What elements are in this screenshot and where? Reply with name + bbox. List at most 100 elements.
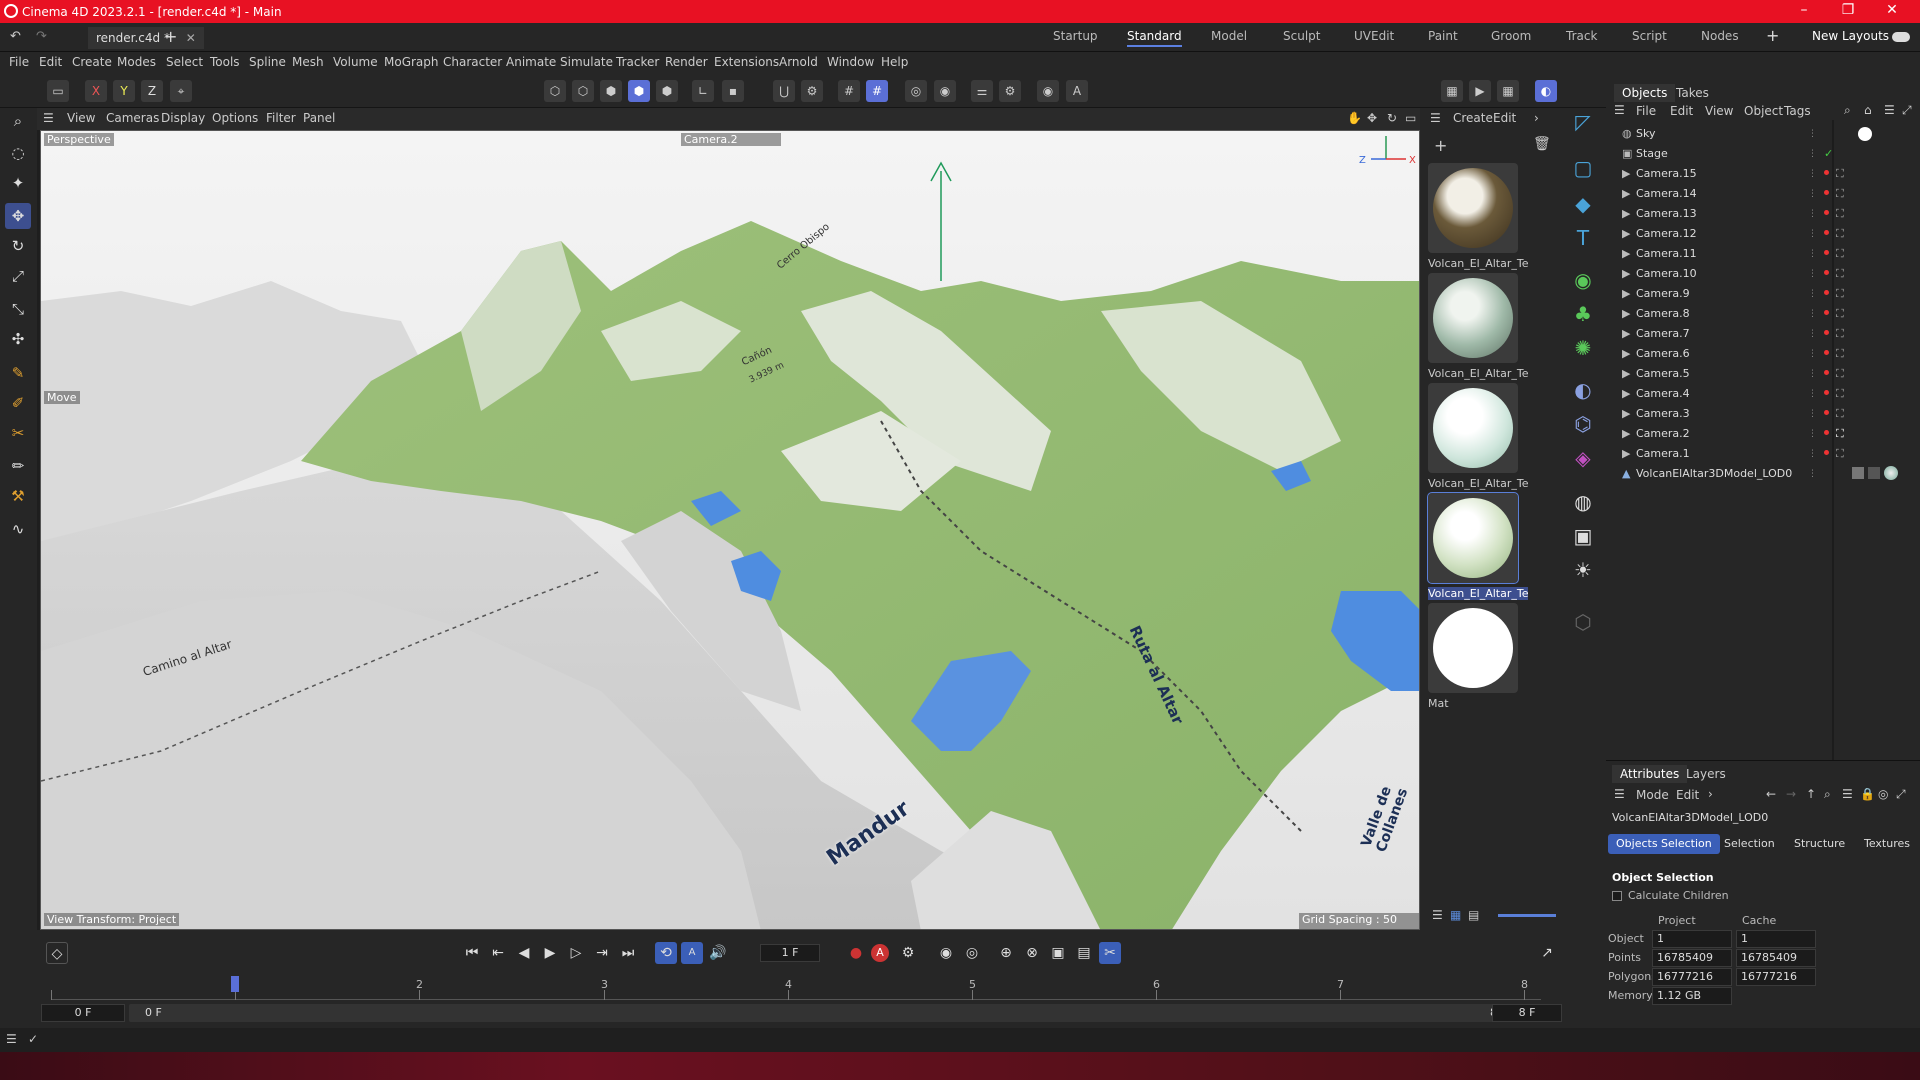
key-pla-icon[interactable]: ▣ bbox=[1047, 942, 1069, 964]
visibility-red-dot[interactable] bbox=[1824, 250, 1829, 255]
snap-settings-icon[interactable]: ⚙ bbox=[801, 80, 823, 102]
object-row-camera-7[interactable]: ▶ Camera.7 ⋮ ⛶ bbox=[1622, 324, 1852, 344]
snap-icon[interactable]: # bbox=[866, 80, 888, 102]
phong-tag-icon[interactable] bbox=[1868, 467, 1880, 479]
attributes-more-icon[interactable]: › bbox=[1708, 787, 1713, 801]
objects-search-icon[interactable]: ⌕ bbox=[1844, 103, 1851, 118]
object-row-sky[interactable]: ◍ Sky ⋮ bbox=[1622, 124, 1872, 144]
camera-tag-icon[interactable]: ⛶ bbox=[1836, 204, 1844, 224]
spline-tool-icon[interactable]: ✐ bbox=[5, 390, 31, 416]
object-row-camera-15[interactable]: ▶ Camera.15 ⋮ ⛶ bbox=[1622, 164, 1852, 184]
visibility-dots[interactable]: ⋮ bbox=[1808, 468, 1822, 480]
visibility-dots[interactable]: ⋮ bbox=[1808, 128, 1822, 140]
menu-help[interactable]: Help bbox=[881, 55, 908, 69]
visibility-dots[interactable]: ⋮ bbox=[1808, 248, 1822, 260]
visibility-red-dot[interactable] bbox=[1824, 390, 1829, 395]
object-mode-icon[interactable]: ⬢ bbox=[628, 80, 650, 102]
cube-object-icon[interactable]: ◸ bbox=[1569, 108, 1597, 136]
visibility-red-dot[interactable] bbox=[1824, 370, 1829, 375]
deformer-icon[interactable]: ✺ bbox=[1569, 334, 1597, 362]
layout-nodes[interactable]: Nodes bbox=[1701, 29, 1739, 43]
attributes-filter-icon[interactable]: ☰ bbox=[1842, 787, 1853, 801]
render-region-icon[interactable]: ▦ bbox=[1441, 80, 1463, 102]
camera-tag-icon[interactable]: ⛶ bbox=[1836, 404, 1844, 424]
object-row-volcan-model[interactable]: ▲ VolcanElAltar3DModel_LOD0 ⋮ bbox=[1622, 464, 1912, 484]
menu-select[interactable]: Select bbox=[166, 55, 203, 69]
move-view-icon[interactable]: ✥ bbox=[1367, 111, 1377, 125]
object-row-camera-4[interactable]: ▶ Camera.4 ⋮ ⛶ bbox=[1622, 384, 1852, 404]
menu-edit[interactable]: Edit bbox=[39, 55, 62, 69]
layout-track[interactable]: Track bbox=[1566, 29, 1597, 43]
attributes-expand-icon[interactable]: ⤢ bbox=[1896, 787, 1906, 802]
visibility-dots[interactable]: ⋮ bbox=[1808, 228, 1822, 240]
visibility-dots[interactable]: ⋮ bbox=[1808, 448, 1822, 460]
range-bar[interactable]: 0 F 8 F bbox=[129, 1004, 1519, 1022]
material-menu-create[interactable]: Create bbox=[1453, 111, 1493, 125]
points-mode-icon[interactable]: ⬡ bbox=[544, 80, 566, 102]
snap-tool-icon[interactable]: ✣ bbox=[5, 326, 31, 352]
key-scale-icon[interactable]: ⊕ bbox=[995, 942, 1017, 964]
menu-window[interactable]: Window bbox=[827, 55, 874, 69]
key-rotation-icon[interactable]: ◎ bbox=[961, 942, 983, 964]
camera-tag-icon[interactable]: ⛶ bbox=[1836, 444, 1844, 464]
object-row-camera-13[interactable]: ▶ Camera.13 ⋮ ⛶ bbox=[1622, 204, 1852, 224]
object-project-field[interactable]: 1 bbox=[1652, 930, 1732, 948]
scale-tool-icon[interactable]: ⤢ bbox=[5, 263, 31, 289]
visibility-red-dot[interactable] bbox=[1824, 450, 1829, 455]
large-view-icon[interactable]: ▤ bbox=[1468, 908, 1479, 922]
sound-icon[interactable]: 🔊 bbox=[707, 942, 729, 964]
menu-volume[interactable]: Volume bbox=[333, 55, 378, 69]
object-row-camera-11[interactable]: ▶ Camera.11 ⋮ ⛶ bbox=[1622, 244, 1852, 264]
brush-icon[interactable]: ✏ bbox=[5, 453, 31, 479]
play-icon[interactable]: ▶ bbox=[539, 942, 561, 964]
polygons-cache-field[interactable]: 16777216 bbox=[1736, 968, 1816, 986]
visibility-red-dot[interactable] bbox=[1824, 430, 1829, 435]
document-tab[interactable]: render.c4d * ✕ bbox=[88, 27, 204, 49]
maximize-button[interactable]: ❐ bbox=[1828, 0, 1868, 23]
attributes-hamburger-icon[interactable]: ☰ bbox=[1614, 787, 1625, 801]
memory-project-field[interactable]: 1.12 GB bbox=[1652, 987, 1732, 1005]
visibility-dots[interactable]: ⋮ bbox=[1808, 348, 1822, 360]
hardware-preview-icon[interactable]: ◐ bbox=[1535, 80, 1557, 102]
object-row-camera-10[interactable]: ▶ Camera.10 ⋮ ⛶ bbox=[1622, 264, 1852, 284]
viewport-menu-view[interactable]: View bbox=[67, 111, 95, 125]
rotate-view-icon[interactable]: ↻ bbox=[1387, 111, 1397, 125]
layout-standard[interactable]: Standard bbox=[1127, 29, 1182, 47]
objects-menu-view[interactable]: View bbox=[1705, 104, 1733, 118]
end-frame-field[interactable]: 8 F bbox=[1492, 1004, 1562, 1022]
objects-menu-edit[interactable]: Edit bbox=[1670, 104, 1693, 118]
object-row-stage[interactable]: ▣ Stage ⋮ ✓ bbox=[1622, 144, 1852, 164]
environment-icon[interactable]: ◍ bbox=[1569, 488, 1597, 516]
menu-animate[interactable]: Animate bbox=[506, 55, 556, 69]
camera-tag-icon[interactable]: ⛶ bbox=[1836, 184, 1844, 204]
layout-model[interactable]: Model bbox=[1211, 29, 1247, 43]
polygons-project-field[interactable]: 16777216 bbox=[1652, 968, 1732, 986]
close-button[interactable]: ✕ bbox=[1872, 0, 1912, 23]
menu-render[interactable]: Render bbox=[665, 55, 708, 69]
visibility-red-dot[interactable] bbox=[1824, 310, 1829, 315]
object-row-camera-3[interactable]: ▶ Camera.3 ⋮ ⛶ bbox=[1622, 404, 1852, 424]
viewport-menu-panel[interactable]: Panel bbox=[303, 111, 335, 125]
menu-tools[interactable]: Tools bbox=[210, 55, 240, 69]
layout-groom[interactable]: Groom bbox=[1491, 29, 1531, 43]
live-selection-icon[interactable]: ◌ bbox=[5, 140, 31, 166]
cloner-icon[interactable]: ♣ bbox=[1569, 300, 1597, 328]
subtab-structure[interactable]: Structure bbox=[1786, 834, 1853, 854]
tweak-mode-icon[interactable]: ▪ bbox=[722, 80, 744, 102]
object-row-camera-2[interactable]: ▶ Camera.2 ⋮ ⛶ bbox=[1622, 424, 1852, 444]
undo-icon[interactable]: ↶ bbox=[10, 29, 21, 44]
camera-tag-icon[interactable]: ⛶ bbox=[1836, 224, 1844, 244]
go-to-end-icon[interactable]: ⏭ bbox=[617, 942, 639, 964]
active-camera-tag-icon[interactable]: ⛶ bbox=[1836, 424, 1844, 444]
mograph-icon[interactable]: ◈ bbox=[1569, 444, 1597, 472]
grid-snap-icon[interactable]: # bbox=[838, 80, 860, 102]
visibility-red-dot[interactable] bbox=[1824, 410, 1829, 415]
autokey-icon[interactable]: A bbox=[871, 944, 889, 962]
keyframe-settings-icon[interactable]: ⚙ bbox=[897, 942, 919, 964]
menu-mograph[interactable]: MoGraph bbox=[384, 55, 439, 69]
objects-home-icon[interactable]: ⌂ bbox=[1864, 103, 1872, 117]
camera-tag-icon[interactable]: ⛶ bbox=[1836, 264, 1844, 284]
object-row-camera-6[interactable]: ▶ Camera.6 ⋮ ⛶ bbox=[1622, 344, 1852, 364]
object-row-camera-9[interactable]: ▶ Camera.9 ⋮ ⛶ bbox=[1622, 284, 1852, 304]
maximize-view-icon[interactable]: ▭ bbox=[1405, 111, 1416, 125]
